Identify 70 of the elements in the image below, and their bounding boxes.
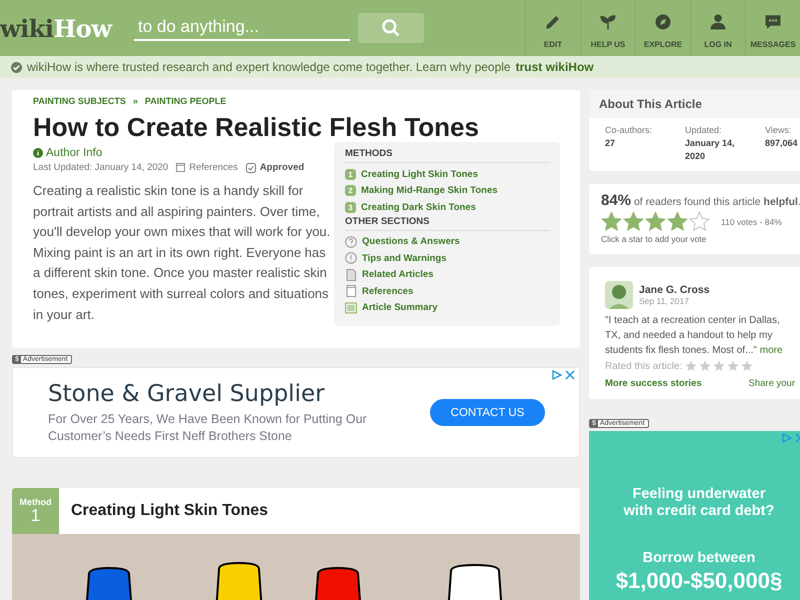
stat-label: Co-authors:: [605, 124, 654, 137]
question-icon: [345, 236, 357, 248]
ad-amount: $1,000-$50,000§: [616, 568, 782, 594]
article-title: How to Create Realistic Flesh Tones: [33, 112, 480, 143]
about-title: About This Article: [589, 90, 800, 118]
share-link[interactable]: Share your: [748, 378, 795, 389]
review-quote: "I teach at a recreation center in Dallas, TX, and needed a handout to help my students fix flesh tones. Most of..." more: [605, 314, 784, 358]
toc-section-link[interactable]: References: [345, 283, 550, 300]
contact-us-button[interactable]: CONTACT US: [430, 399, 545, 426]
wikihow-logo[interactable]: wikiHow: [0, 14, 130, 42]
toc-section-link[interactable]: Article Summary: [345, 300, 550, 316]
check-circle-icon: [11, 62, 22, 72]
rating-stars-icon: [685, 360, 754, 372]
star-icon: [623, 211, 644, 232]
user-icon: [709, 13, 727, 31]
star-icon: [601, 211, 622, 232]
stat-value: January 14, 2020: [685, 137, 736, 163]
author-info-link[interactable]: Author Info: [33, 147, 331, 159]
stat-value: 897,064: [765, 137, 799, 150]
vote-hint: Click a star to add your vote: [601, 234, 708, 244]
approved-text: Approved: [260, 162, 304, 173]
other-sections-heading: OTHER SECTIONS: [345, 216, 550, 230]
compass-icon: [654, 13, 672, 31]
breadcrumb-link[interactable]: PAINTING SUBJECTS: [33, 96, 126, 106]
exclamation-icon: [345, 252, 357, 264]
rated-label: Rated this article:: [605, 360, 682, 372]
breadcrumb-separator: »: [132, 96, 138, 106]
ad-choices-icon[interactable]: [782, 433, 792, 443]
close-icon[interactable]: [565, 370, 575, 380]
method-badge: Method 1: [12, 488, 59, 534]
bookmark-icon: [176, 163, 186, 172]
search-field[interactable]: to do anything...: [134, 15, 350, 41]
star-rating[interactable]: 110 votes - 84%: [601, 211, 797, 232]
ad-title: Stone & Gravel Supplier: [48, 380, 326, 406]
last-updated-text: Last Updated: January 14, 2020: [33, 162, 168, 173]
page-icon: [345, 285, 357, 298]
ad-headline: Feeling underwater with credit card debt?: [622, 486, 776, 520]
document-icon: [345, 268, 357, 281]
star-icon: [667, 211, 688, 232]
more-stories-link[interactable]: More success stories: [605, 378, 702, 389]
intro-paragraph: Creating a realistic skin tone is a handy skill for portrait artists and all aspiring painters. Over time, you'll develop your own mixes that will work for you. Mixing paint is an art in its own right. Everyone has a different skin tone. Once you master realistic skin tones, experiment with surreal colors and situations in your art.: [33, 182, 331, 324]
summary-icon: [345, 302, 357, 314]
search-icon: [381, 18, 401, 38]
stat-value: 27: [605, 137, 616, 150]
more-link[interactable]: more: [760, 345, 783, 356]
stat-label: Views:: [765, 124, 792, 137]
reviewer-name: Jane G. Cross: [639, 284, 710, 296]
ad-text: For Over 25 Years, We Have Been Known for Putting Our Customer’s Needs First Neff Brothers Stone: [48, 410, 368, 444]
stat-label: Updated:: [685, 124, 723, 137]
toc-section-link[interactable]: Questions & Answers: [345, 234, 550, 250]
sprout-icon: [599, 13, 617, 31]
methods-heading: METHODS: [345, 148, 550, 163]
references-text: References: [189, 162, 238, 173]
trust-link[interactable]: trust wikiHow: [516, 60, 594, 74]
votes-text: 110 votes - 84%: [721, 216, 782, 226]
ad-choices-icon[interactable]: [552, 370, 562, 380]
info-icon: [33, 148, 43, 158]
pencil-icon: [544, 13, 562, 31]
ad-text: Borrow between: [642, 550, 756, 566]
toc-section-link[interactable]: Related Articles: [345, 266, 550, 283]
chat-icon: [764, 13, 782, 31]
method-title: Creating Light Skin Tones: [71, 502, 268, 520]
toc-section-link[interactable]: Tips and Warnings: [345, 250, 550, 266]
avatar-icon: [605, 281, 633, 309]
checkbox-icon: [246, 162, 256, 172]
search-button[interactable]: [358, 13, 424, 43]
star-icon: [645, 211, 666, 232]
trust-message: wikiHow is where trusted research and expert knowledge come together. Learn why people: [27, 60, 511, 74]
review-date: Sep 11, 2017: [639, 296, 690, 306]
breadcrumb-link[interactable]: PAINTING PEOPLE: [144, 96, 226, 106]
